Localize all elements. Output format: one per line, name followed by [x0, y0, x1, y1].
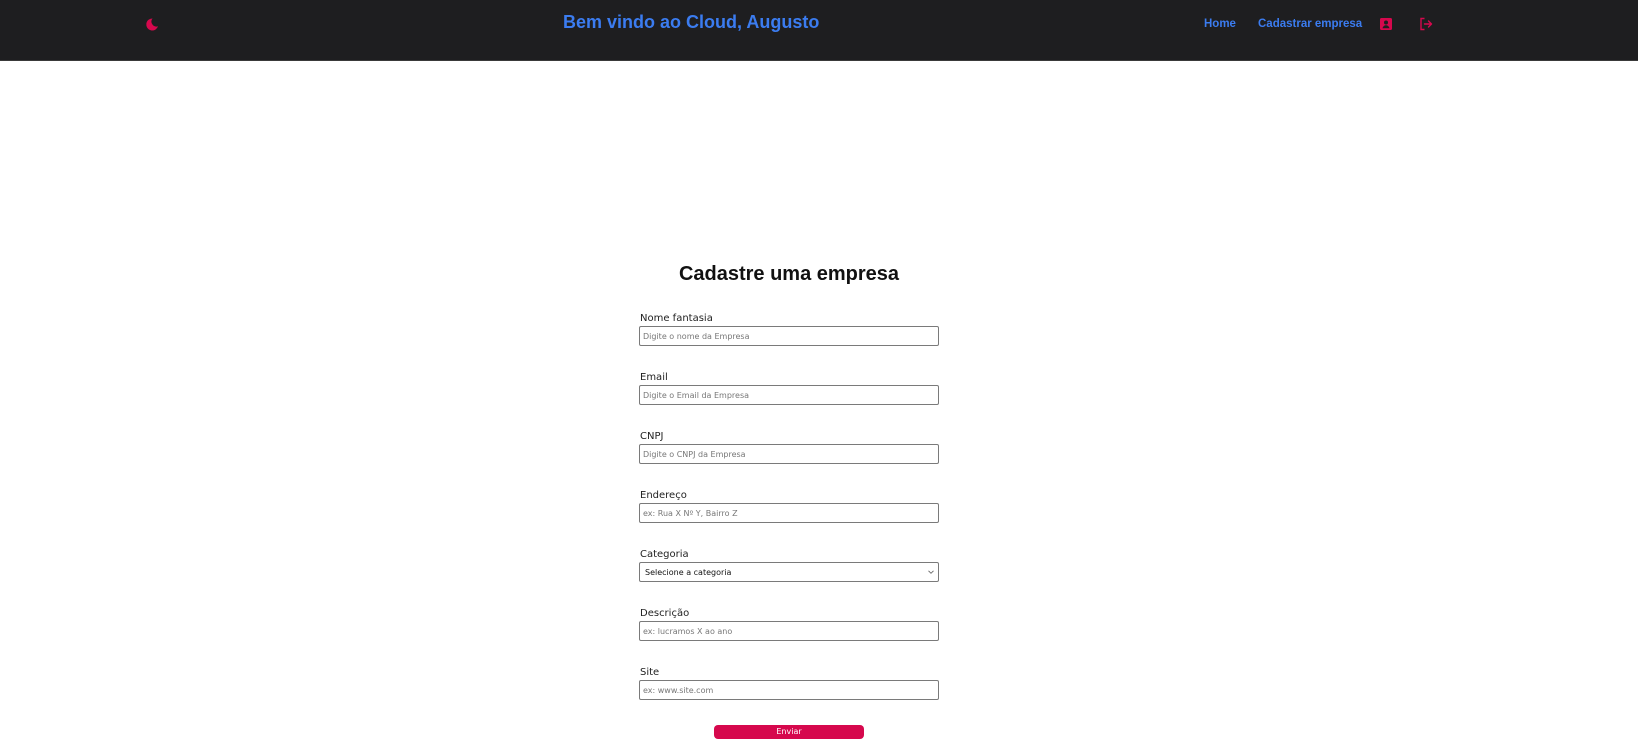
submit-button[interactable]: Enviar [714, 725, 864, 739]
descricao-label: Descrição [640, 608, 690, 619]
cnpj-input[interactable] [639, 444, 939, 464]
moon-icon[interactable] [144, 16, 160, 32]
nav-home-link[interactable]: Home [1204, 18, 1236, 30]
welcome-title: Bem vindo ao Cloud, Augusto [563, 12, 820, 32]
chevron-down-icon [928, 570, 934, 574]
nome-fantasia-label: Nome fantasia [640, 313, 713, 324]
endereco-input[interactable] [639, 503, 939, 523]
categoria-select[interactable]: Selecione a categoria [639, 562, 939, 582]
descricao-input[interactable] [639, 621, 939, 641]
site-input[interactable] [639, 680, 939, 700]
email-input[interactable] [639, 385, 939, 405]
categoria-selected-value: Selecione a categoria [645, 568, 732, 577]
form-title: Cadastre uma empresa [678, 263, 900, 285]
nome-fantasia-input[interactable] [639, 326, 939, 346]
email-label: Email [640, 372, 668, 383]
endereco-label: Endereço [640, 490, 687, 501]
cnpj-label: CNPJ [640, 431, 664, 442]
top-navbar: Bem vindo ao Cloud, Augusto Home Cadastr… [0, 0, 1638, 61]
logout-icon[interactable] [1418, 16, 1434, 32]
user-card-icon[interactable] [1378, 16, 1394, 32]
site-label: Site [640, 667, 660, 678]
nav-cadastrar-empresa-link[interactable]: Cadastrar empresa [1258, 18, 1362, 30]
categoria-label: Categoria [640, 549, 689, 560]
